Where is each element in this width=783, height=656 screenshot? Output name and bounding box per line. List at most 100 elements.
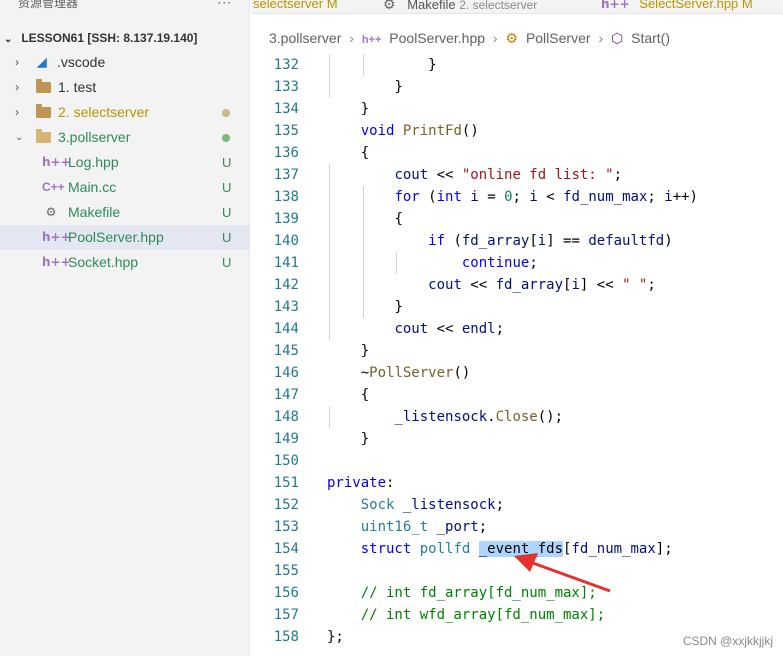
- line-code: };: [327, 626, 344, 648]
- code-token: void: [360, 123, 395, 139]
- code-line[interactable]: 152 Sock _listensock;: [251, 494, 783, 516]
- code-line[interactable]: 132}: [251, 54, 783, 76]
- code-line[interactable]: 135 void PrintFd(): [251, 120, 783, 142]
- tab-selectserver-hpp[interactable]: h++ SelectServer.hpp M: [601, 0, 753, 13]
- code-token: // int wfd_array[fd_num_max];: [360, 607, 606, 623]
- line-number: 144: [273, 321, 299, 337]
- line-number: 157: [273, 607, 299, 623]
- chevron-right-icon: ›: [492, 30, 498, 46]
- tree-item-test[interactable]: › 1. test: [0, 75, 249, 100]
- line-code: }: [428, 54, 436, 76]
- line-code: void PrintFd(): [361, 120, 479, 142]
- code-token: ] <<: [579, 277, 623, 293]
- folder-icon: [34, 100, 52, 125]
- explorer-sidebar: 资源管理器 ··· ⌄ LESSON61 [SSH: 8.137.19.140]…: [0, 0, 250, 656]
- code-line[interactable]: 146 ~PollServer(): [251, 362, 783, 384]
- code-token: defaultfd: [588, 233, 665, 249]
- code-token: _port: [436, 519, 479, 535]
- line-number: 133: [273, 79, 299, 95]
- code-editor[interactable]: 132} 133} 134} 135 void PrintFd() 136{137 cout…: [251, 54, 783, 656]
- code-token: }: [360, 431, 370, 447]
- tree-item-poolserver-hpp[interactable]: h++ PoolServer.hpp U: [0, 225, 249, 250]
- code-line[interactable]: 151 private:: [251, 472, 783, 494]
- code-token: fd_num_max: [571, 541, 656, 557]
- code-line[interactable]: 145}: [251, 340, 783, 362]
- code-token: i: [537, 233, 547, 249]
- line-number: 148: [273, 409, 299, 425]
- breadcrumb-folder[interactable]: 3.pollserver: [269, 30, 341, 46]
- code-line[interactable]: 133}: [251, 76, 783, 98]
- more-actions-icon[interactable]: ···: [218, 0, 232, 14]
- breadcrumb-file[interactable]: PoolServer.hpp: [389, 30, 485, 46]
- code-line[interactable]: 156 // int fd_array[fd_num_max];: [251, 582, 783, 604]
- code-line[interactable]: 134}: [251, 98, 783, 120]
- cpp-file-icon: C++: [42, 180, 65, 194]
- code-token: for: [394, 189, 420, 205]
- line-number: 156: [273, 585, 299, 601]
- code-token: =: [478, 189, 505, 205]
- tab-makefile[interactable]: ⚙ Makefile 2. selectserver: [383, 0, 537, 13]
- code-token: Close: [495, 409, 538, 425]
- tree-item-label: 2. selectserver: [58, 104, 150, 120]
- line-number: 154: [273, 541, 299, 557]
- code-token: (): [453, 365, 471, 381]
- tree-item-socket-hpp[interactable]: h++ Socket.hpp U: [0, 250, 249, 275]
- code-token: ] ==: [546, 233, 589, 249]
- code-token: if: [428, 233, 446, 249]
- code-line[interactable]: 150: [251, 450, 783, 472]
- line-code: {: [361, 384, 369, 406]
- code-line[interactable]: 136 {: [251, 142, 783, 164]
- tree-item-label: PoolServer.hpp: [68, 229, 164, 245]
- tree-item-pollserver[interactable]: ⌄ 3.pollserver: [0, 125, 249, 150]
- code-token: (: [419, 189, 437, 205]
- code-token: ;: [647, 189, 665, 205]
- code-line[interactable]: 144 cout << endl;: [251, 318, 783, 340]
- tree-item-log-hpp[interactable]: h++ Log.hpp U: [0, 150, 249, 175]
- code-token: private: [327, 475, 387, 491]
- line-number: 142: [273, 277, 299, 293]
- tree-item-selectserver[interactable]: › 2. selectserver: [0, 100, 249, 125]
- code-line[interactable]: 154 struct pollfd _event_fds[fd_num_max];: [251, 538, 783, 560]
- code-line[interactable]: 140 if (fd_array[i] == defaultfd): [251, 230, 783, 252]
- line-number: 141: [273, 255, 299, 271]
- code-token: }: [360, 343, 370, 359]
- code-line[interactable]: 139 {: [251, 208, 783, 230]
- code-line[interactable]: 138 for (int i = 0; i < fd_num_max; i++): [251, 186, 783, 208]
- code-line[interactable]: 141 continue;: [251, 252, 783, 274]
- git-status-badge: U: [222, 230, 232, 245]
- highlighted-token: _event_fds: [478, 541, 564, 557]
- hpp-file-icon: h++: [361, 34, 382, 46]
- code-line[interactable]: 149}: [251, 428, 783, 450]
- code-token: ;: [495, 321, 505, 337]
- tree-item-vscode[interactable]: › ◢ .vscode: [0, 50, 249, 75]
- line-number: 139: [273, 211, 299, 227]
- code-line[interactable]: 147 {: [251, 384, 783, 406]
- code-line[interactable]: 142 cout << fd_array[i] << " ";: [251, 274, 783, 296]
- code-line[interactable]: 157 // int wfd_array[fd_num_max];: [251, 604, 783, 626]
- tab-selectserver[interactable]: selectserver M: [253, 0, 338, 13]
- code-token: (): [461, 123, 479, 139]
- line-code: private:: [327, 472, 394, 494]
- vscode-folder-icon: ◢: [37, 55, 47, 69]
- line-number: 138: [273, 189, 299, 205]
- workspace-section-header[interactable]: ⌄ LESSON61 [SSH: 8.137.19.140]: [0, 27, 249, 49]
- breadcrumb-method[interactable]: Start(): [631, 30, 670, 46]
- tree-item-main-cc[interactable]: C++ Main.cc U: [0, 175, 249, 200]
- code-line[interactable]: 143}: [251, 296, 783, 318]
- breadcrumb-class[interactable]: PollServer: [526, 30, 591, 46]
- explorer-header: 资源管理器 ···: [0, 0, 249, 14]
- hpp-file-icon: h++: [42, 155, 71, 169]
- code-token: int: [436, 189, 462, 205]
- code-token: ;: [647, 277, 656, 293]
- tree-item-makefile[interactable]: ⚙ Makefile U: [0, 200, 249, 225]
- code-line[interactable]: 148 _listensock.Close();: [251, 406, 783, 428]
- code-line[interactable]: 137 cout << "online fd list: ";: [251, 164, 783, 186]
- code-line[interactable]: 155: [251, 560, 783, 582]
- code-line[interactable]: 153 uint16_t _port;: [251, 516, 783, 538]
- indent-guide: [362, 186, 364, 318]
- git-status-badge: U: [222, 155, 232, 170]
- chevron-right-icon: ›: [349, 30, 354, 46]
- code-token: <<: [428, 321, 462, 337]
